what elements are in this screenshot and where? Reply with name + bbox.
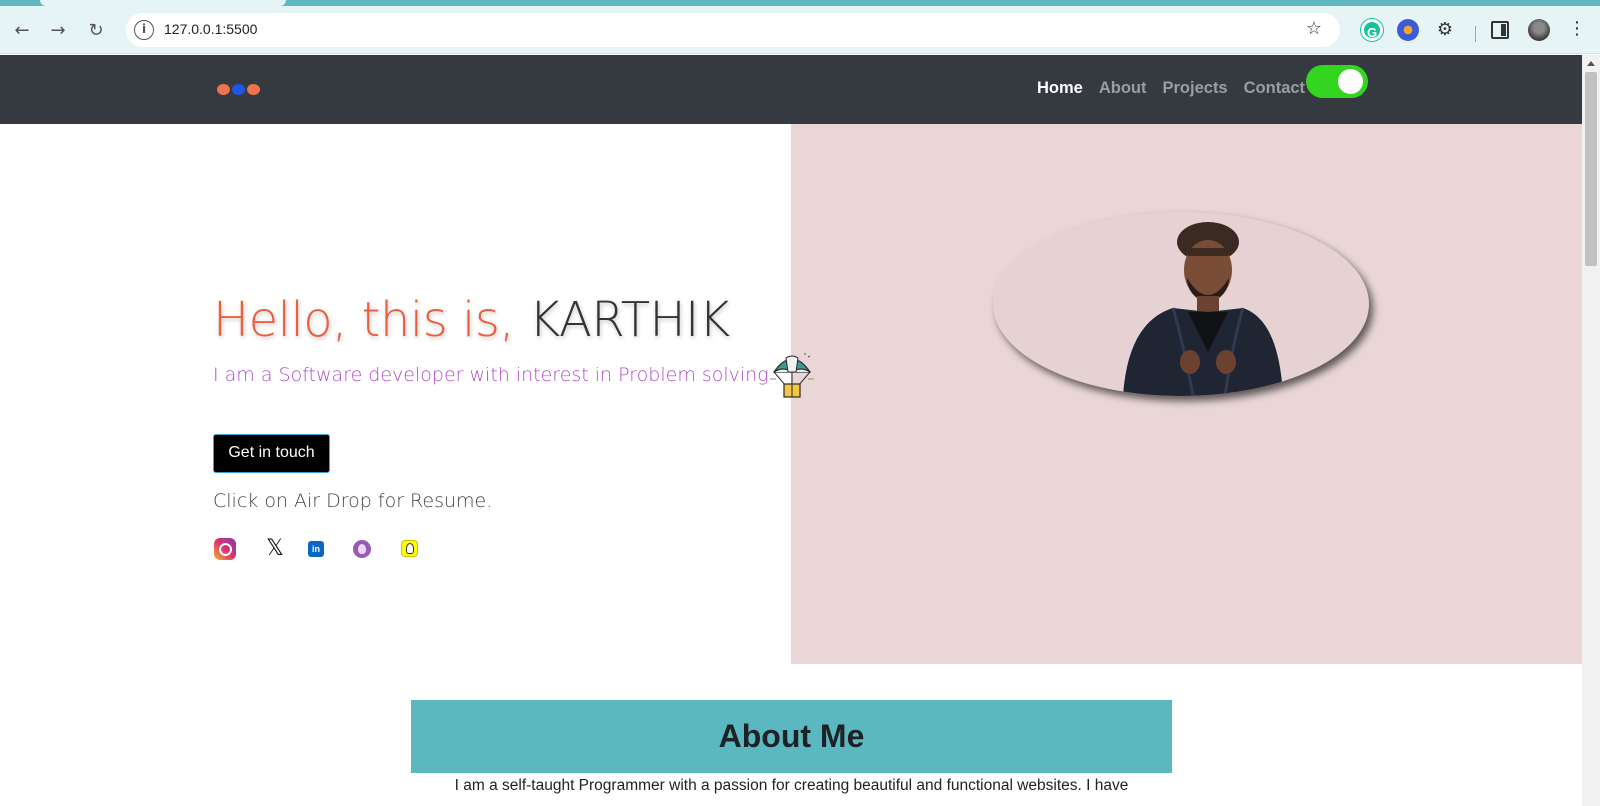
about-header: About Me xyxy=(411,700,1172,773)
github-icon[interactable] xyxy=(353,540,371,558)
page-viewport: Home About Projects Contact Hello, this is,… xyxy=(0,55,1582,806)
get-in-touch-button[interactable]: Get in touch xyxy=(213,434,330,473)
hero-subtitle: I am a Software developer with interest … xyxy=(213,364,769,386)
address-bar[interactable]: i 127.0.0.1:5500 ☆ xyxy=(126,13,1340,47)
parachute-icon[interactable] xyxy=(770,352,814,400)
brand-dot xyxy=(247,84,260,95)
back-icon[interactable]: ← xyxy=(8,16,36,44)
profile-photo xyxy=(993,212,1369,396)
hero-name: KARTHIK xyxy=(528,292,730,348)
url-text[interactable]: 127.0.0.1:5500 xyxy=(164,21,257,37)
extension-icon[interactable] xyxy=(1397,19,1419,41)
about-title: About Me xyxy=(718,718,865,754)
puzzle-icon[interactable]: ⚙ xyxy=(1434,20,1456,42)
brand-logo[interactable] xyxy=(217,84,262,95)
profile-avatar[interactable] xyxy=(1528,19,1550,41)
site-navbar: Home About Projects Contact xyxy=(0,55,1582,124)
x-icon[interactable]: 𝕏 xyxy=(264,538,286,560)
brand-dot xyxy=(217,84,230,95)
scrollbar-thumb[interactable] xyxy=(1585,72,1597,266)
nav-links: Home About Projects Contact xyxy=(1037,75,1321,101)
nav-link-contact[interactable]: Contact xyxy=(1244,75,1305,101)
greeting-text: Hello, this is, xyxy=(213,292,515,348)
reload-icon[interactable]: ↻ xyxy=(82,16,110,44)
scroll-up-arrow-icon[interactable] xyxy=(1587,61,1595,66)
nav-link-about[interactable]: About xyxy=(1099,75,1147,101)
about-text: I am a self-taught Programmer with a pas… xyxy=(454,777,1129,794)
bookmark-star-icon[interactable]: ☆ xyxy=(1306,18,1322,39)
toolbar-divider xyxy=(1475,26,1476,42)
resume-hint: Click on Air Drop for Resume. xyxy=(213,490,493,512)
nav-link-home[interactable]: Home xyxy=(1037,75,1083,101)
side-panel-icon[interactable] xyxy=(1491,21,1509,39)
snapchat-icon[interactable] xyxy=(401,540,418,557)
nav-link-projects[interactable]: Projects xyxy=(1163,75,1228,101)
toggle-knob xyxy=(1338,69,1363,94)
theme-toggle[interactable] xyxy=(1306,65,1368,98)
hero-greeting: Hello, this is, KARTHIK xyxy=(213,292,730,348)
person-illustration xyxy=(1123,222,1283,396)
linkedin-icon[interactable]: in xyxy=(308,541,324,557)
forward-icon[interactable]: → xyxy=(44,16,72,44)
kebab-menu-icon[interactable]: ⋮ xyxy=(1568,18,1586,42)
page-scrollbar[interactable] xyxy=(1582,55,1600,806)
grammarly-icon[interactable]: G xyxy=(1361,19,1383,41)
brand-dot xyxy=(232,84,245,95)
instagram-icon[interactable] xyxy=(214,538,236,560)
hero-intro: Hello, this is, KARTHIK I am a Software … xyxy=(0,124,791,664)
site-info-icon[interactable]: i xyxy=(134,20,154,40)
browser-toolbar: ← → ↻ i 127.0.0.1:5500 ☆ G ⚙ ⋮ xyxy=(0,6,1600,54)
